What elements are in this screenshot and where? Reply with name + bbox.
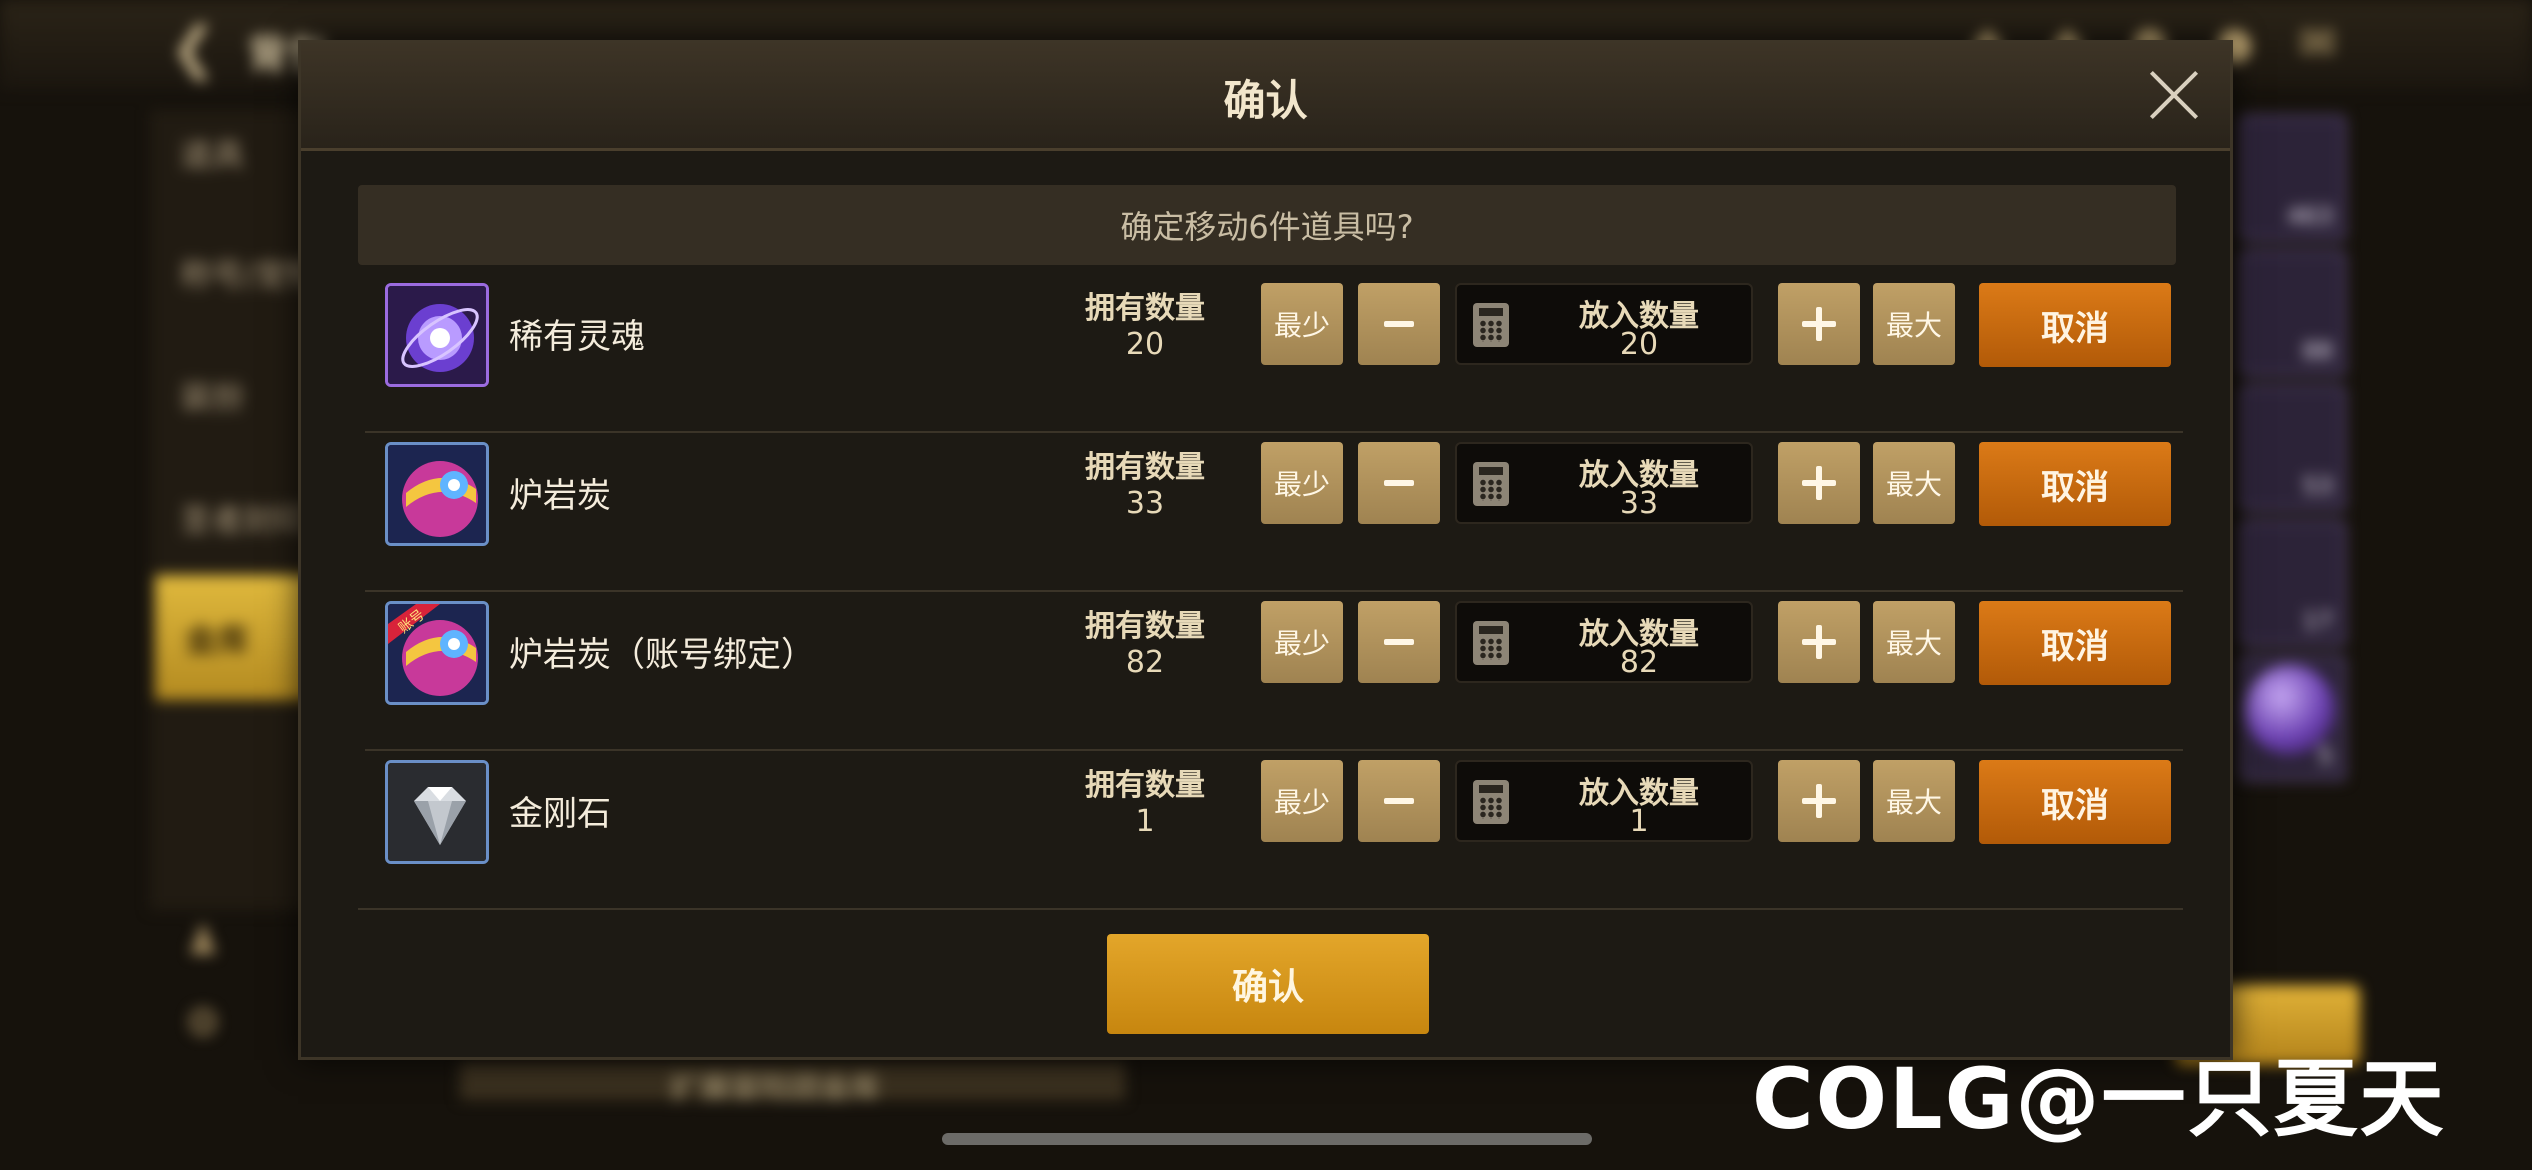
calculator-icon[interactable]: [1473, 621, 1509, 665]
put-value: 1: [1629, 804, 1649, 839]
background-bottom-text: 扩展冒险团金库: [670, 1071, 880, 1106]
increment-button[interactable]: [1778, 283, 1860, 365]
decrement-button[interactable]: [1358, 283, 1440, 365]
furnace-coal-icon: [385, 442, 489, 546]
plus-icon: [1802, 307, 1836, 341]
put-value: 20: [1619, 327, 1659, 362]
owned-label: 拥有数量: [1085, 768, 1205, 803]
item-name: 金刚石: [509, 794, 611, 834]
owned-value: 20: [1125, 327, 1165, 362]
plus-icon: [1802, 784, 1836, 818]
background-orb: [2245, 665, 2335, 755]
max-button[interactable]: 最大: [1873, 283, 1955, 365]
watermark: COLG@一只夏天: [1752, 1050, 2446, 1148]
item-row: 稀有灵魂 拥有数量 20 最少 放入数量 20 最大 取消: [365, 273, 2183, 433]
put-quantity-field[interactable]: 放入数量 33: [1455, 442, 1753, 524]
calculator-icon[interactable]: [1473, 780, 1509, 824]
background-side-icon: ♟: [185, 918, 221, 964]
background-slot-count: 17: [2302, 607, 2333, 635]
background-tab: 圣者封印: [180, 501, 309, 539]
dialog-title: 确认: [1223, 76, 1308, 125]
max-button[interactable]: 最大: [1873, 442, 1955, 524]
owned-quantity: 拥有数量 33: [1065, 450, 1225, 522]
rare-soul-icon: [385, 283, 489, 387]
confirm-button[interactable]: 确认: [1107, 934, 1429, 1034]
plus-icon: [1802, 466, 1836, 500]
increment-button[interactable]: [1778, 442, 1860, 524]
calculator-icon[interactable]: [1473, 462, 1509, 506]
min-button[interactable]: 最少: [1261, 760, 1343, 842]
decrement-button[interactable]: [1358, 601, 1440, 683]
cancel-item-button[interactable]: 取消: [1979, 442, 2171, 526]
owned-quantity: 拥有数量 82: [1065, 609, 1225, 681]
item-name: 稀有灵魂: [509, 317, 645, 357]
item-row: 账号 炉岩炭（账号绑定） 拥有数量 82 最少 放入数量 82 最大 取消: [365, 591, 2183, 751]
increment-button[interactable]: [1778, 760, 1860, 842]
back-arrow-icon: ❮: [170, 16, 217, 81]
close-button[interactable]: [2146, 67, 2202, 123]
confirm-dialog: 确认 确定移动6件道具吗? 稀有灵魂 拥有数量 20 最少 放入数量 20 最大: [298, 40, 2233, 1060]
cancel-item-button[interactable]: 取消: [1979, 283, 2171, 367]
owned-value: 82: [1125, 645, 1165, 680]
background-side-icon: ⚙: [185, 1000, 221, 1046]
max-button[interactable]: 最大: [1873, 601, 1955, 683]
put-value: 33: [1619, 486, 1659, 521]
cancel-item-button[interactable]: 取消: [1979, 760, 2171, 844]
put-value: 82: [1619, 645, 1659, 680]
list-divider: [358, 908, 2176, 910]
dialog-header: 确认: [301, 43, 2230, 151]
diamond-icon: [385, 760, 489, 864]
put-quantity-field[interactable]: 放入数量 20: [1455, 283, 1753, 365]
item-row: 金刚石 拥有数量 1 最少 放入数量 1 最大 取消: [365, 750, 2183, 910]
minus-icon: [1384, 798, 1414, 804]
min-button[interactable]: 最少: [1261, 601, 1343, 683]
decrement-button[interactable]: [1358, 442, 1440, 524]
cancel-item-button[interactable]: 取消: [1979, 601, 2171, 685]
put-quantity-field[interactable]: 放入数量 82: [1455, 601, 1753, 683]
background-tab: 装扮: [180, 378, 245, 416]
plus-icon: [1802, 625, 1836, 659]
owned-quantity: 拥有数量 20: [1065, 291, 1225, 363]
background-slot-count: 463: [2287, 202, 2333, 230]
min-button[interactable]: 最少: [1261, 442, 1343, 524]
background-tab-active: 金库: [155, 575, 315, 700]
background-tab: 道具: [180, 136, 245, 174]
item-row: 炉岩炭 拥有数量 33 最少 放入数量 33 最大 取消: [365, 432, 2183, 592]
minus-icon: [1384, 639, 1414, 645]
owned-label: 拥有数量: [1085, 450, 1205, 485]
item-name: 炉岩炭: [509, 476, 611, 516]
owned-value: 33: [1125, 486, 1165, 521]
background-slot-count: 5: [2317, 742, 2333, 770]
calculator-icon[interactable]: [1473, 303, 1509, 347]
max-button[interactable]: 最大: [1873, 760, 1955, 842]
owned-value: 1: [1135, 804, 1155, 839]
increment-button[interactable]: [1778, 601, 1860, 683]
home-indicator[interactable]: [942, 1133, 1592, 1145]
owned-quantity: 拥有数量 1: [1065, 768, 1225, 840]
decrement-button[interactable]: [1358, 760, 1440, 842]
owned-label: 拥有数量: [1085, 609, 1205, 644]
move-prompt: 确定移动6件道具吗?: [358, 185, 2176, 265]
minus-icon: [1384, 321, 1414, 327]
owned-label: 拥有数量: [1085, 291, 1205, 326]
min-button[interactable]: 最少: [1261, 283, 1343, 365]
background-slot-count: 53: [2302, 472, 2333, 500]
background-slot-count: 88: [2302, 337, 2333, 365]
minus-icon: [1384, 480, 1414, 486]
put-quantity-field[interactable]: 放入数量 1: [1455, 760, 1753, 842]
furnace-coal-bound-icon: 账号: [385, 601, 489, 705]
item-name: 炉岩炭（账号绑定）: [509, 635, 815, 675]
